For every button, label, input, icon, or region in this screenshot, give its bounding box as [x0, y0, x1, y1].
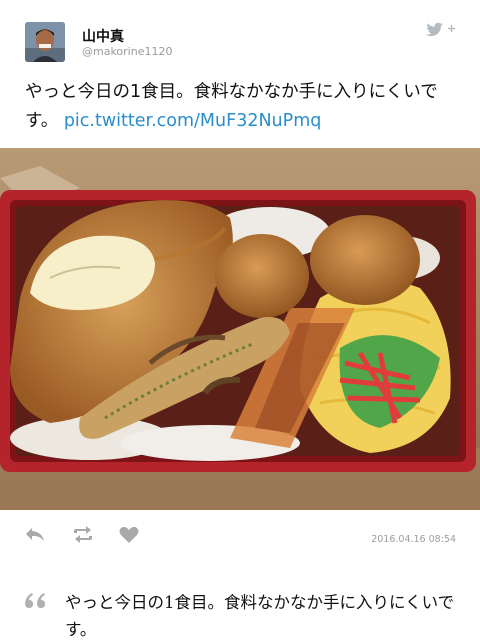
tweet-text: やっと今日の1食目。食料なかなか手に入りにくいです。 pic.twitter.c…	[25, 78, 453, 136]
retweet-icon[interactable]	[72, 526, 96, 550]
bento-photo-image	[0, 148, 480, 510]
tweet-timestamp[interactable]: 2016.04.16 08:54	[371, 534, 456, 545]
reply-icon[interactable]	[24, 526, 48, 550]
twitter-bird-icon[interactable]	[424, 21, 456, 39]
quote-text: やっと今日の1食目。食料なかなか手に入りにくいです。	[65, 593, 455, 639]
author-handle[interactable]: @makorine1120	[82, 45, 172, 58]
author-display-name[interactable]: 山中真	[82, 26, 124, 46]
avatar[interactable]	[25, 22, 65, 62]
heart-icon[interactable]	[119, 526, 143, 550]
tweet-photo[interactable]	[0, 148, 480, 510]
avatar-photo	[25, 22, 65, 62]
quote-mark-icon	[23, 590, 47, 612]
tweet-actions-bar: 2016.04.16 08:54	[0, 520, 480, 560]
tweet-header: 山中真 @makorine1120	[0, 0, 480, 70]
embedded-tweet-page: 山中真 @makorine1120 やっと今日の1食目。食料なかなか手に入りにく…	[0, 0, 480, 640]
tweet-media-link[interactable]: pic.twitter.com/MuF32NuPmq	[64, 111, 322, 131]
